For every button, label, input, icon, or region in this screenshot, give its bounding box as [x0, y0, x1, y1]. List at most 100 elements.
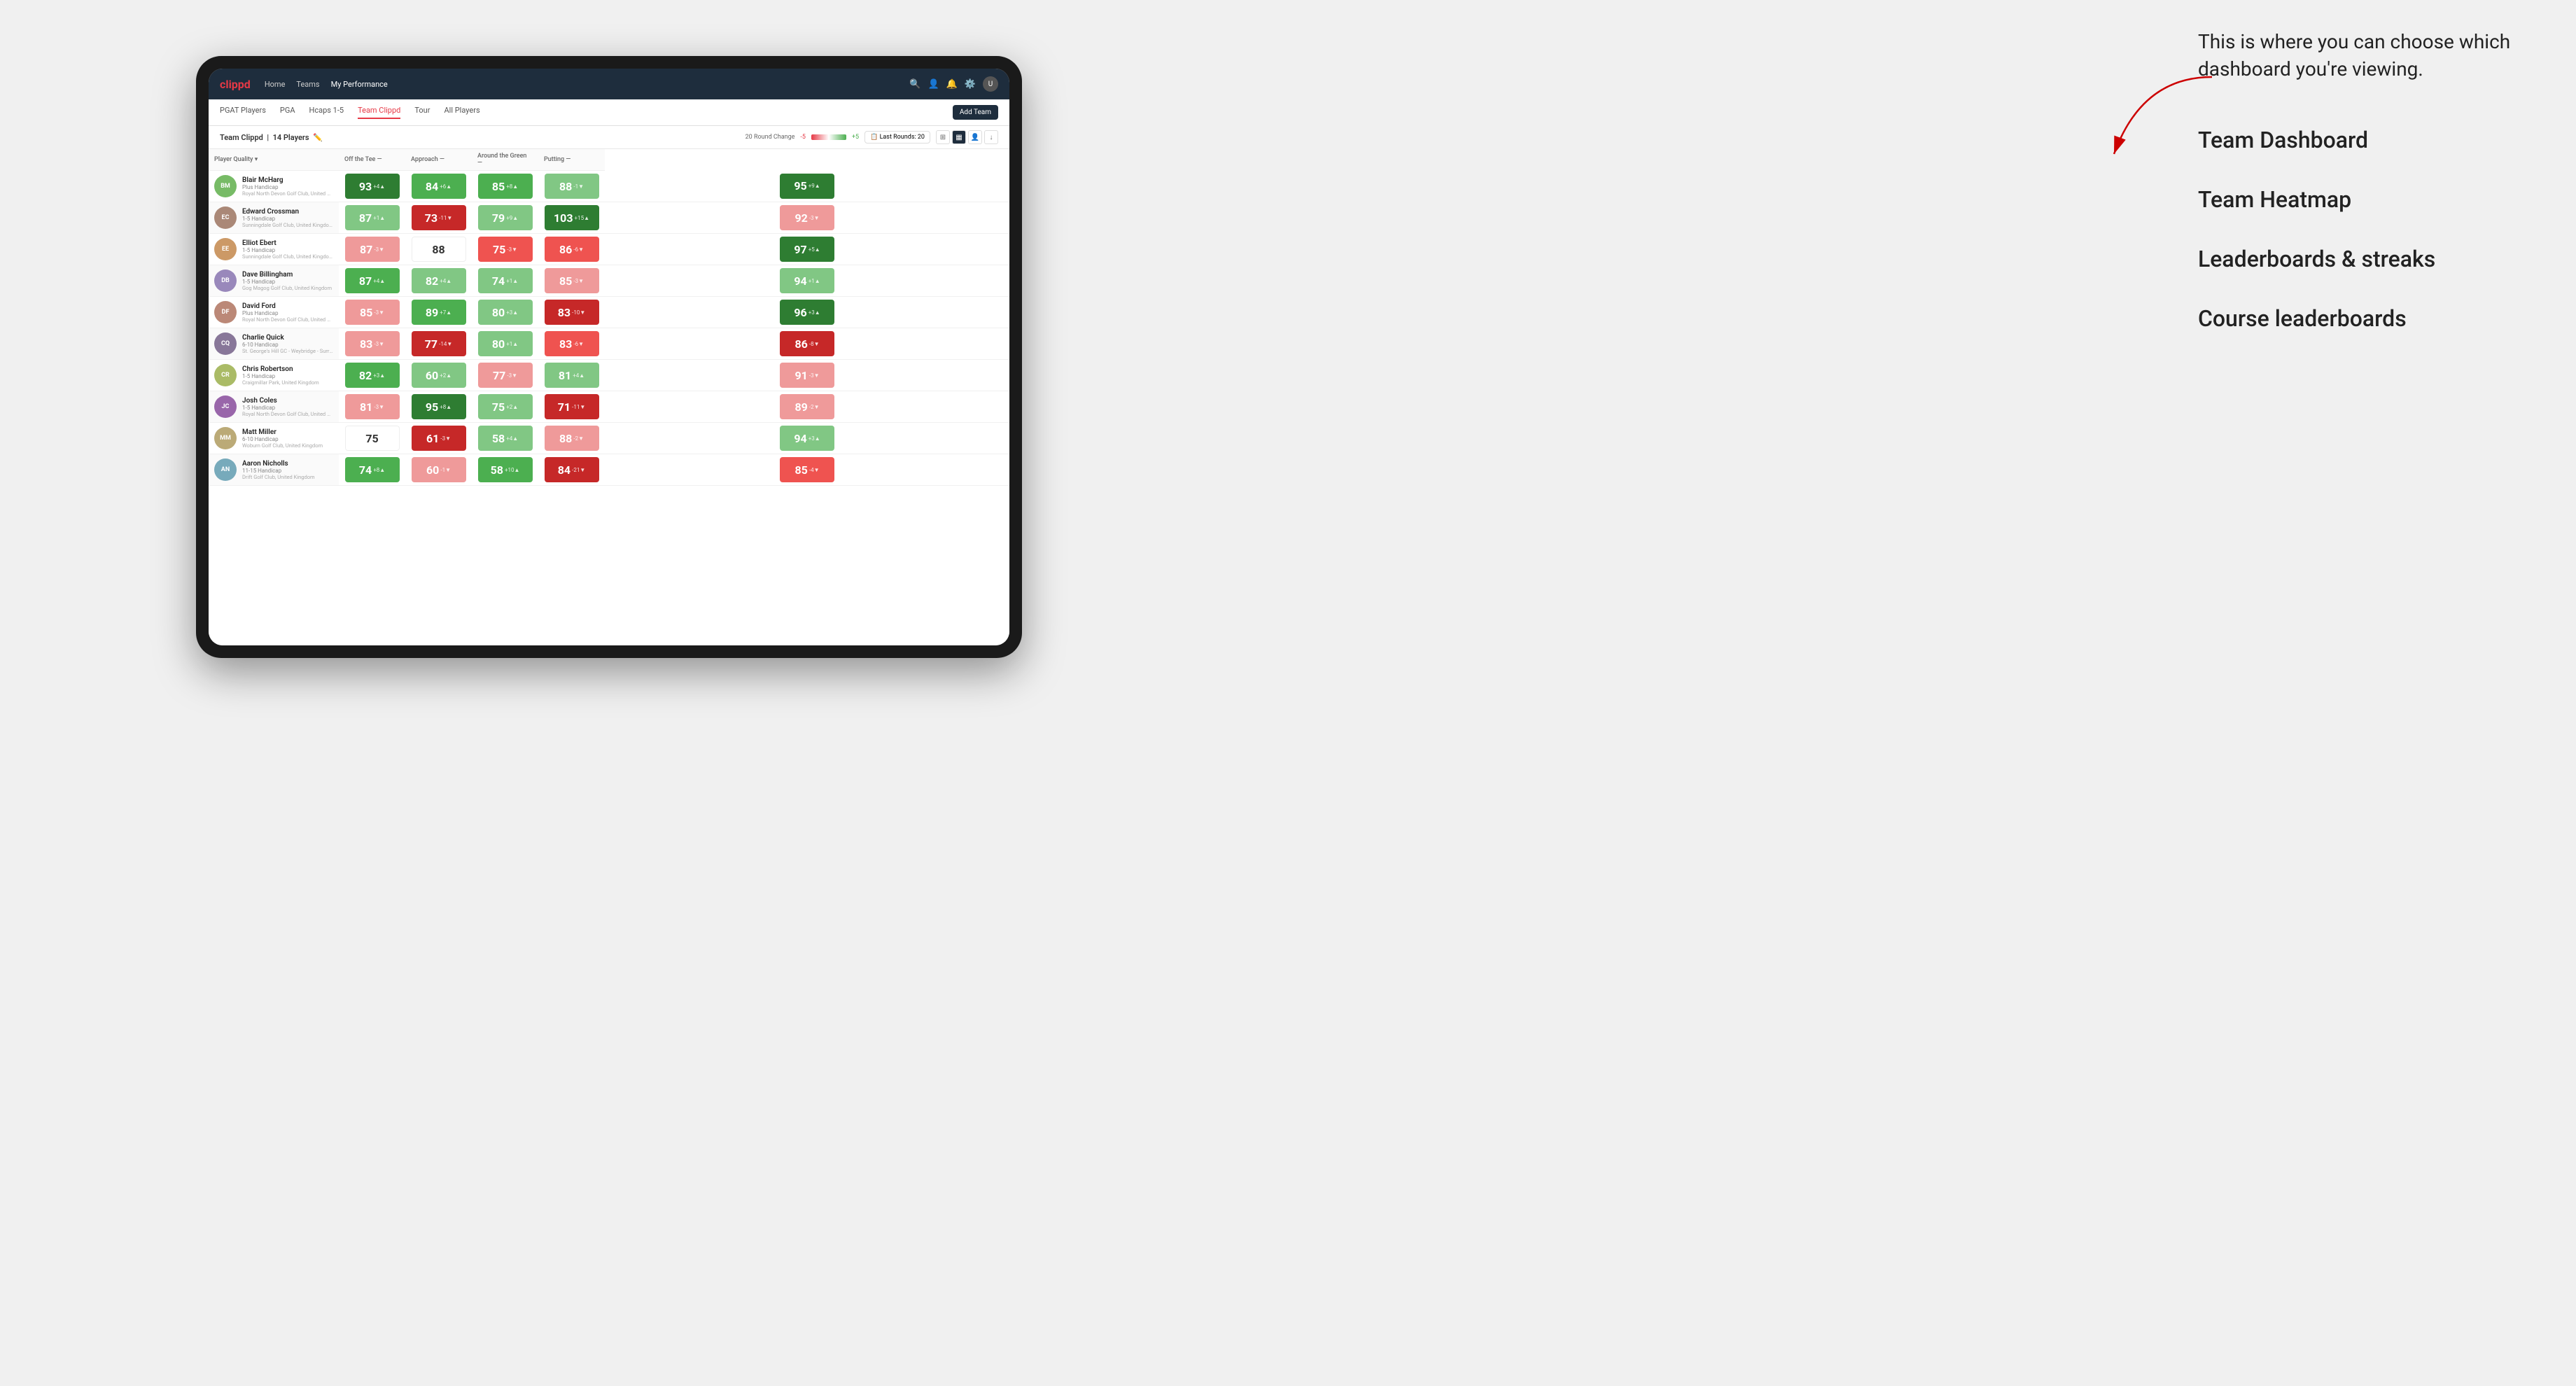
score-putting-2: 97 +5▲ [605, 234, 1009, 265]
score-putting-8: 94 +3▲ [605, 423, 1009, 454]
score-off-tee-4: 89 +7▲ [405, 297, 472, 328]
player-name-3: Dave Billingham [242, 271, 333, 279]
score-off-tee-6: 60 +2▲ [405, 360, 472, 391]
score-off-tee-8: 61 -3▼ [405, 423, 472, 454]
player-cell-4[interactable]: DF David Ford Plus Handicap Royal North … [209, 297, 339, 328]
score-off-tee-5: 77 -14▼ [405, 328, 472, 360]
view-heatmap-button[interactable]: ▦ [952, 130, 966, 144]
player-handicap-6: 1-5 Handicap [242, 373, 333, 379]
ipad-screen: clippd Home Teams My Performance 🔍 👤 🔔 ⚙… [209, 69, 1009, 645]
player-name-2: Elliot Ebert [242, 239, 333, 247]
score-off-tee-2: 88 [405, 234, 472, 265]
player-club-7: Royal North Devon Golf Club, United King… [242, 411, 333, 417]
table-row: DB Dave Billingham 1-5 Handicap Gog Mago… [209, 265, 1009, 297]
score-quality-5: 83 -3▼ [339, 328, 405, 360]
annotation-menu: Team Dashboard Team Heatmap Leaderboards… [2198, 125, 2534, 334]
player-cell-3[interactable]: DB Dave Billingham 1-5 Handicap Gog Mago… [209, 265, 339, 297]
nav-link-home[interactable]: Home [265, 80, 286, 89]
sub-nav-pgat[interactable]: PGAT Players [220, 106, 266, 119]
view-grid-button[interactable]: ⊞ [936, 130, 950, 144]
view-download-button[interactable]: ↓ [984, 130, 998, 144]
sub-nav-hcaps[interactable]: Hcaps 1-5 [309, 106, 344, 119]
player-info-0: Blair McHarg Plus Handicap Royal North D… [242, 176, 333, 197]
score-around-green-5: 83 -6▼ [538, 328, 605, 360]
player-cell-1[interactable]: EC Edward Crossman 1-5 Handicap Sunningd… [209, 202, 339, 234]
score-around-green-7: 71 -11▼ [538, 391, 605, 423]
player-avatar-6: CR [214, 364, 237, 386]
score-quality-0: 93 +4▲ [339, 171, 405, 202]
score-off-tee-7: 95 +8▲ [405, 391, 472, 423]
player-cell-8[interactable]: MM Matt Miller 6-10 Handicap Woburn Golf… [209, 423, 339, 454]
player-info-6: Chris Robertson 1-5 Handicap Craigmillar… [242, 365, 333, 386]
sub-nav-tour[interactable]: Tour [414, 106, 430, 119]
ipad-frame: clippd Home Teams My Performance 🔍 👤 🔔 ⚙… [196, 56, 1022, 658]
player-info-5: Charlie Quick 6-10 Handicap St. George's… [242, 334, 333, 354]
player-avatar-1: EC [214, 206, 237, 229]
player-info-3: Dave Billingham 1-5 Handicap Gog Magog G… [242, 271, 333, 291]
bell-icon[interactable]: 🔔 [946, 79, 958, 90]
score-putting-0: 95 +9▲ [605, 171, 1009, 202]
score-off-tee-0: 84 +6▲ [405, 171, 472, 202]
player-name-1: Edward Crossman [242, 208, 333, 216]
score-quality-6: 82 +3▲ [339, 360, 405, 391]
score-off-tee-9: 60 -1▼ [405, 454, 472, 486]
player-handicap-7: 1-5 Handicap [242, 405, 333, 411]
search-icon[interactable]: 🔍 [909, 79, 920, 90]
player-name-8: Matt Miller [242, 428, 333, 436]
player-avatar-7: JC [214, 396, 237, 418]
add-team-button[interactable]: Add Team [953, 105, 998, 120]
sub-nav-links: PGAT Players PGA Hcaps 1-5 Team Clippd T… [220, 106, 953, 119]
player-cell-6[interactable]: CR Chris Robertson 1-5 Handicap Craigmil… [209, 360, 339, 391]
score-quality-3: 87 +4▲ [339, 265, 405, 297]
last-rounds-button[interactable]: 📋 Last Rounds: 20 [864, 131, 930, 144]
score-off-tee-1: 73 -11▼ [405, 202, 472, 234]
score-putting-4: 96 +3▲ [605, 297, 1009, 328]
nav-links: Home Teams My Performance [265, 80, 909, 89]
score-quality-9: 74 +8▲ [339, 454, 405, 486]
player-avatar-8: MM [214, 427, 237, 449]
nav-link-teams[interactable]: Teams [296, 80, 319, 89]
score-quality-8: 75 [339, 423, 405, 454]
player-cell-9[interactable]: AN Aaron Nicholls 11-15 Handicap Drift G… [209, 454, 339, 486]
sub-nav-team-clippd[interactable]: Team Clippd [358, 106, 400, 119]
score-approach-7: 75 +2▲ [472, 391, 538, 423]
legend-plus: +5 [852, 134, 859, 141]
player-name-6: Chris Robertson [242, 365, 333, 373]
view-user-button[interactable]: 👤 [968, 130, 982, 144]
player-info-7: Josh Coles 1-5 Handicap Royal North Devo… [242, 397, 333, 417]
content-area: Player Quality ▾ Off the Tee — Approach … [209, 149, 1009, 645]
nav-icons: 🔍 👤 🔔 ⚙️ U [909, 76, 998, 92]
table-row: MM Matt Miller 6-10 Handicap Woburn Golf… [209, 423, 1009, 454]
user-icon[interactable]: 👤 [927, 79, 939, 90]
player-cell-5[interactable]: CQ Charlie Quick 6-10 Handicap St. Georg… [209, 328, 339, 360]
player-cell-7[interactable]: JC Josh Coles 1-5 Handicap Royal North D… [209, 391, 339, 423]
avatar[interactable]: U [983, 76, 998, 92]
score-putting-3: 94 +1▲ [605, 265, 1009, 297]
last-rounds-label: 📋 Last Rounds: 20 [870, 134, 925, 141]
score-approach-8: 58 +4▲ [472, 423, 538, 454]
player-name-4: David Ford [242, 302, 333, 310]
player-avatar-5: CQ [214, 332, 237, 355]
score-putting-7: 89 -2▼ [605, 391, 1009, 423]
team-header: Team Clippd | 14 Players ✏️ 20 Round Cha… [209, 126, 1009, 149]
settings-icon[interactable]: ⚙️ [965, 79, 976, 90]
score-putting-5: 86 -8▼ [605, 328, 1009, 360]
legend-bar [811, 134, 846, 140]
player-handicap-1: 1-5 Handicap [242, 216, 333, 222]
nav-link-my-performance[interactable]: My Performance [331, 80, 388, 89]
table-row: EE Elliot Ebert 1-5 Handicap Sunningdale… [209, 234, 1009, 265]
player-handicap-5: 6-10 Handicap [242, 342, 333, 348]
nav-bar: clippd Home Teams My Performance 🔍 👤 🔔 ⚙… [209, 69, 1009, 99]
table-row: BM Blair McHarg Plus Handicap Royal Nort… [209, 171, 1009, 202]
score-quality-7: 81 -3▼ [339, 391, 405, 423]
sub-nav-all-players[interactable]: All Players [444, 106, 479, 119]
sub-nav-pga[interactable]: PGA [280, 106, 295, 119]
player-club-1: Sunningdale Golf Club, United Kingdom [242, 222, 333, 228]
score-approach-6: 77 -3▼ [472, 360, 538, 391]
score-off-tee-3: 82 +4▲ [405, 265, 472, 297]
player-cell-2[interactable]: EE Elliot Ebert 1-5 Handicap Sunningdale… [209, 234, 339, 265]
player-handicap-4: Plus Handicap [242, 310, 333, 316]
table-row: JC Josh Coles 1-5 Handicap Royal North D… [209, 391, 1009, 423]
player-cell-0[interactable]: BM Blair McHarg Plus Handicap Royal Nort… [209, 171, 339, 202]
menu-item-team-heatmap: Team Heatmap [2198, 184, 2534, 216]
